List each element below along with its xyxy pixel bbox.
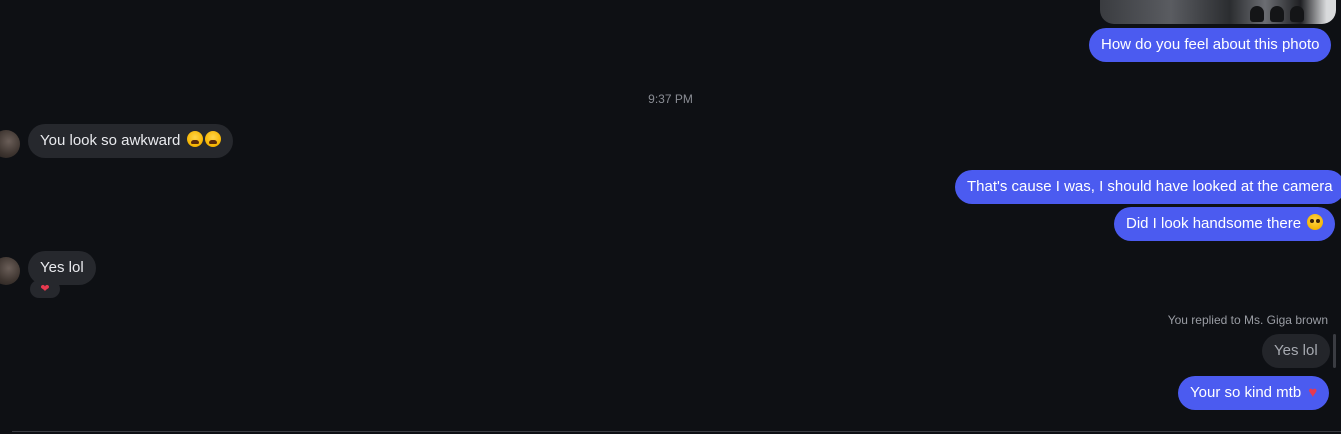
quote-bar <box>1333 334 1336 368</box>
outgoing-message[interactable]: Your so kind mtb ♥ <box>1178 376 1330 410</box>
reply-label: You replied to Ms. Giga brown <box>1167 313 1328 327</box>
divider <box>12 431 1341 432</box>
loudly-crying-face-icon <box>204 131 221 147</box>
shared-photo[interactable] <box>1100 0 1336 24</box>
heart-icon: ♥ <box>1308 384 1318 401</box>
message-text: How do you feel about this photo <box>1101 36 1320 53</box>
quoted-text: Yes lol <box>1274 342 1318 359</box>
heart-reaction[interactable]: ❤ <box>30 280 60 298</box>
outgoing-message[interactable]: How do you feel about this photo <box>1089 28 1332 62</box>
loudly-crying-face-icon <box>186 131 203 147</box>
outgoing-message[interactable]: Did I look handsome there <box>1114 207 1336 241</box>
message-timestamp: 9:37 PM <box>648 92 693 106</box>
message-text: Yes lol <box>40 259 84 276</box>
heart-icon: ❤ <box>40 283 50 295</box>
photo-detail <box>1250 6 1264 22</box>
pleading-face-icon <box>1307 214 1324 230</box>
incoming-message[interactable]: You look so awkward <box>28 124 233 158</box>
photo-detail <box>1290 6 1304 22</box>
quoted-message[interactable]: Yes lol <box>1262 334 1330 368</box>
avatar[interactable] <box>0 130 20 158</box>
message-text: Did I look handsome there <box>1126 215 1302 232</box>
avatar[interactable] <box>0 257 20 285</box>
message-text: You look so awkward <box>40 132 181 149</box>
message-text: That's cause I was, I should have looked… <box>967 178 1333 195</box>
message-text: Your so kind mtb <box>1190 384 1302 401</box>
photo-detail <box>1270 6 1284 22</box>
chat-thread: How do you feel about this photo 9:37 PM… <box>0 0 1341 434</box>
outgoing-message[interactable]: That's cause I was, I should have looked… <box>955 170 1341 204</box>
